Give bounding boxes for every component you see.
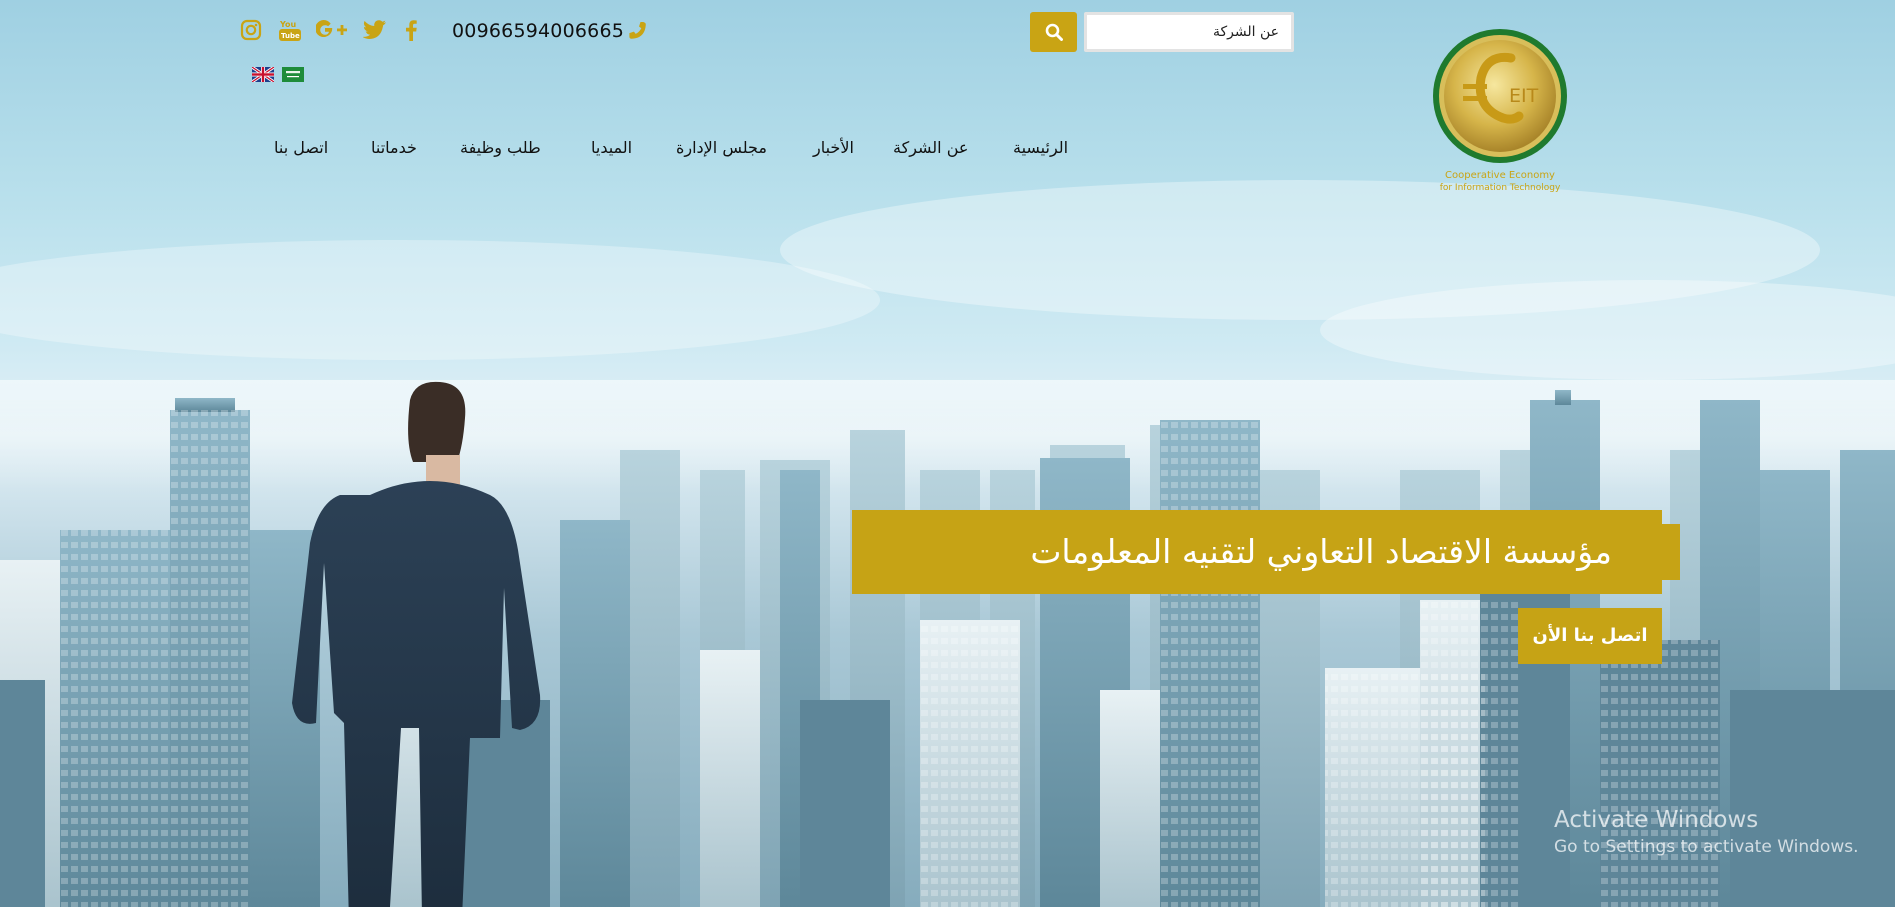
youtube-link[interactable]: You Tube	[278, 18, 302, 42]
nav-item-contact[interactable]: اتصل بنا	[274, 138, 328, 157]
search-icon	[1045, 23, 1063, 41]
nav-item-media[interactable]: الميديا	[591, 138, 632, 157]
nav-item-home[interactable]: الرئيسية	[1013, 138, 1068, 157]
contact-now-button[interactable]: اتصل بنا الأن	[1518, 608, 1662, 664]
nav-item-services[interactable]: خدماتنا	[371, 138, 417, 157]
nav-item-board[interactable]: مجلس الإدارة	[676, 138, 767, 157]
logo-tagline-2: for Information Technology	[1440, 183, 1561, 193]
google-plus-icon	[316, 20, 347, 38]
instagram-link[interactable]	[240, 18, 262, 42]
svg-text:You: You	[279, 20, 297, 29]
company-logo[interactable]: EIT Cooperative Economy for Information …	[1425, 28, 1575, 198]
hero-title: مؤسسة الاقتصاد التعاوني لتقنيه المعلومات	[1030, 532, 1612, 571]
logo-tagline-1: Cooperative Economy	[1445, 170, 1555, 181]
search-input[interactable]	[1084, 12, 1294, 52]
nav-item-news[interactable]: الأخبار	[813, 138, 854, 157]
uk-flag-icon[interactable]	[252, 67, 274, 82]
watermark-subtitle: Go to Settings to activate Windows.	[1554, 837, 1859, 857]
nav-item-jobs[interactable]: طلب وظيفة	[460, 138, 541, 157]
youtube-icon: You Tube	[279, 20, 301, 41]
svg-text:Tube: Tube	[281, 32, 300, 40]
windows-activation-watermark: Activate Windows Go to Settings to activ…	[1554, 805, 1859, 859]
saudi-flag-icon[interactable]	[282, 67, 304, 82]
twitter-link[interactable]	[363, 18, 387, 42]
phone-text: 00966594006665	[452, 20, 625, 42]
logo-mark-text: EIT	[1509, 85, 1539, 107]
instagram-icon	[240, 19, 262, 41]
language-switcher	[252, 67, 304, 82]
google-plus-link[interactable]	[316, 18, 348, 42]
facebook-link[interactable]	[405, 18, 417, 42]
banner-tab	[1662, 524, 1680, 580]
phone-icon	[629, 22, 646, 39]
site-header: You Tube 00966594006665 عن الشركة EIT Co…	[0, 0, 1895, 200]
search-button[interactable]	[1030, 12, 1077, 52]
facebook-icon	[406, 20, 417, 41]
twitter-icon	[363, 20, 386, 39]
nav-item-about[interactable]: عن الشركة	[893, 138, 968, 157]
phone-number[interactable]: 00966594006665	[452, 18, 648, 44]
watermark-title: Activate Windows	[1554, 807, 1759, 833]
